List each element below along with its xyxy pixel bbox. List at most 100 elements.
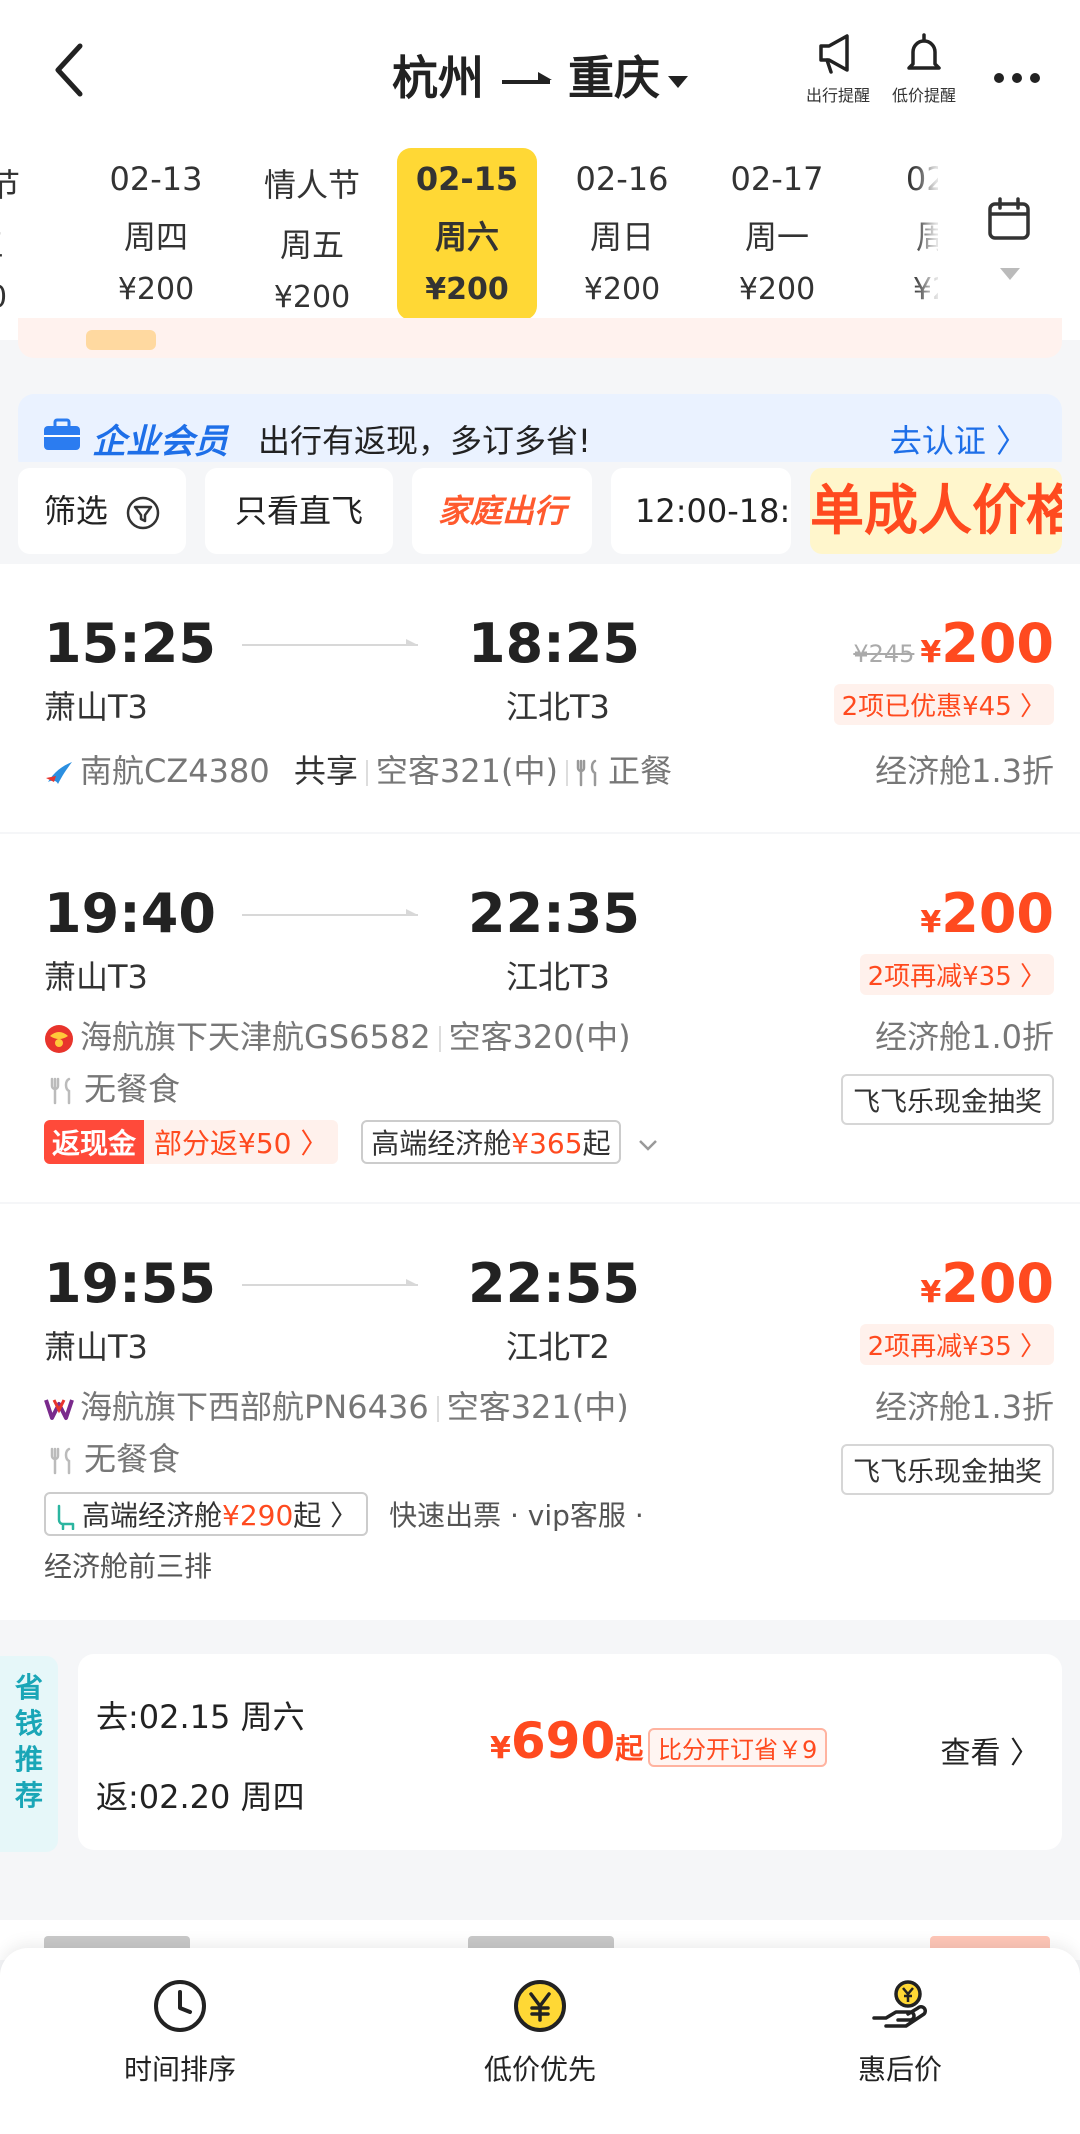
price-value: 200 bbox=[941, 1252, 1054, 1315]
calendar-button[interactable] bbox=[938, 150, 1080, 330]
departure-terminal: 萧山T3 bbox=[44, 1328, 148, 1366]
flight-line bbox=[242, 639, 418, 646]
flight-price: ¥200 bbox=[920, 1252, 1054, 1315]
low-price-label: 低价优先 bbox=[483, 2053, 596, 2086]
price-suffix: 起 bbox=[615, 1732, 644, 1765]
arrival-terminal: 江北T3 bbox=[506, 958, 610, 996]
lottery-tag[interactable]: 飞飞乐现金抽奖 bbox=[841, 1074, 1054, 1125]
arrival-terminal: 江北T2 bbox=[506, 1328, 610, 1366]
view-button[interactable]: 查看 〉 bbox=[940, 1728, 1040, 1772]
utensils-icon bbox=[50, 1077, 71, 1105]
date-item[interactable]: 02-17 周一 ¥200 bbox=[707, 148, 847, 320]
trip-alert-button[interactable]: 出行提醒 bbox=[793, 30, 883, 106]
premium-economy-tag[interactable]: 高端经济舱¥365起 bbox=[361, 1120, 621, 1164]
premium-price: ¥290 bbox=[222, 1499, 294, 1532]
bell-icon bbox=[907, 33, 941, 70]
arrival-time: 22:55 bbox=[468, 1252, 640, 1315]
route-to: 重庆 bbox=[568, 51, 660, 105]
filter-bar: 筛选 只看直飞 家庭出行 12:00-18:0 单成人价格 bbox=[0, 462, 1080, 562]
utensils-icon bbox=[50, 1447, 71, 1475]
aircraft-type: 空客320(中) bbox=[448, 1018, 631, 1056]
seat-icon bbox=[57, 1504, 75, 1531]
meal-info: 无餐食 bbox=[50, 1064, 180, 1110]
filter-icon bbox=[126, 496, 160, 530]
date-price: ¥200 bbox=[273, 280, 351, 315]
family-travel-button[interactable]: 家庭出行 bbox=[412, 468, 592, 554]
date-item[interactable]: 情人节 周五 ¥200 bbox=[242, 148, 382, 320]
price-value: 690 bbox=[510, 1712, 616, 1770]
chevron-down-icon[interactable] bbox=[637, 1138, 659, 1152]
date-item[interactable]: 02-13 周四 ¥200 bbox=[86, 148, 226, 320]
china-southern-logo-icon bbox=[46, 762, 72, 784]
aircraft-type: 空客321(中) bbox=[446, 1388, 629, 1426]
enterprise-title: 企业会员 bbox=[92, 422, 228, 462]
currency-symbol: ¥ bbox=[490, 1731, 511, 1766]
lottery-tag[interactable]: 飞飞乐现金抽奖 bbox=[841, 1444, 1054, 1495]
airline-flight-number: 海航旗下西部航PN6436 bbox=[80, 1388, 429, 1426]
top-header: 杭州 重庆 出行提醒 低价提醒 bbox=[0, 0, 1080, 140]
meal-label: 无餐食 bbox=[84, 1070, 181, 1108]
flight-card[interactable]: 19:40 22:35 萧山T3 江北T3 ¥200 2项再减¥35 〉 海航旗… bbox=[0, 834, 1080, 1202]
date-item-selected[interactable]: 02-15 周六 ¥200 bbox=[397, 148, 537, 320]
currency-symbol: ¥ bbox=[920, 1275, 942, 1310]
price-mode-dropdown[interactable]: 单成人价格 bbox=[810, 468, 1062, 554]
bottom-sort-bar: 时间排序 低价优先 惠后价 bbox=[0, 1948, 1080, 2134]
cashback-row: 返现金 部分返¥50 〉 高端经济舱¥365起 bbox=[44, 1120, 659, 1164]
verify-link[interactable]: 去认证 〉 bbox=[890, 416, 1028, 462]
airline-info: 海航旗下西部航PN6436 空客321(中) bbox=[44, 1382, 629, 1428]
filter-button[interactable]: 筛选 bbox=[18, 468, 186, 554]
date-item[interactable]: 02-16 周日 ¥200 bbox=[552, 148, 692, 320]
time-range-button[interactable]: 12:00-18:0 bbox=[611, 468, 791, 554]
arrival-time: 18:25 bbox=[468, 612, 640, 675]
departure-time: 19:55 bbox=[44, 1252, 216, 1315]
date-label: 宵节 bbox=[0, 166, 20, 204]
flight-card[interactable]: 19:55 22:55 萧山T3 江北T2 ¥200 2项再减¥35 〉 海航旗… bbox=[0, 1204, 1080, 1620]
promo-tab bbox=[86, 330, 156, 350]
round-trip-offer[interactable]: 去:02.15 周六 返:02.20 周四 ¥690起 比分开订省￥9 查看 〉 bbox=[78, 1654, 1062, 1850]
premium-price: ¥365 bbox=[511, 1127, 583, 1160]
sort-time-label: 时间排序 bbox=[123, 2053, 236, 2086]
savings-badge: 比分开订省￥9 bbox=[648, 1728, 828, 1767]
flight-line bbox=[242, 909, 418, 916]
premium-suffix: 起 bbox=[582, 1127, 611, 1160]
arrival-terminal: 江北T3 bbox=[506, 688, 610, 726]
date-weekday: 周日 bbox=[589, 218, 654, 256]
price-value: 200 bbox=[941, 882, 1054, 945]
yen-coin-icon bbox=[514, 1980, 566, 2032]
original-price: ¥245 bbox=[853, 640, 915, 668]
sort-time-button[interactable]: 时间排序 bbox=[80, 1978, 280, 2088]
briefcase-icon bbox=[44, 418, 80, 450]
cabin-discount: 经济舱1.3折 bbox=[875, 752, 1054, 790]
date-weekday: 周四 bbox=[123, 218, 188, 256]
low-price-first-button[interactable]: 低价优先 bbox=[440, 1978, 640, 2088]
calendar-dropdown-icon bbox=[1000, 268, 1020, 280]
date-label: 02-15 bbox=[415, 160, 519, 198]
save-money-recommend: 省钱推荐 去:02.15 周六 返:02.20 周四 ¥690起 比分开订省￥9… bbox=[0, 1640, 1080, 1860]
cashback-text[interactable]: 部分返¥50 〉 bbox=[144, 1120, 339, 1164]
price-mode-label: 单成人价格 bbox=[810, 479, 1062, 542]
arrival-time: 22:35 bbox=[468, 882, 640, 945]
date-price: ¥200 bbox=[738, 272, 816, 307]
meal-label: 无餐食 bbox=[84, 1440, 181, 1478]
clock-icon bbox=[154, 1980, 206, 2032]
flight-card[interactable]: 15:25 18:25 萧山T3 江北T3 ¥245 ¥200 2项已优惠¥45 … bbox=[0, 564, 1080, 832]
date-price: ¥200 bbox=[583, 272, 661, 307]
discount-tag[interactable]: 2项已优惠¥45 〉 bbox=[833, 684, 1054, 725]
date-price: 00 bbox=[0, 280, 58, 315]
tianjin-airlines-logo-icon bbox=[45, 1025, 73, 1053]
date-item[interactable]: 宵节 三 00 bbox=[0, 148, 58, 320]
discount-tag[interactable]: 2项再减¥35 〉 bbox=[859, 1324, 1054, 1365]
meal-info: 正餐 bbox=[607, 752, 672, 790]
date-weekday: 周五 bbox=[279, 226, 344, 264]
date-label: 02-13 bbox=[109, 160, 203, 198]
date-strip: 宵节 三 00 02-13 周四 ¥200 情人节 周五 ¥200 02-15 … bbox=[0, 140, 1080, 340]
direct-only-button[interactable]: 只看直飞 bbox=[205, 468, 393, 554]
date-label: 02-16 bbox=[575, 160, 669, 198]
premium-suffix: 起 〉 bbox=[293, 1499, 359, 1532]
premium-economy-tag[interactable]: 高端经济舱¥290起 〉 bbox=[44, 1492, 369, 1536]
after-discount-button[interactable]: 惠后价 bbox=[800, 1978, 1000, 2088]
airline-info: 海航旗下天津航GS6582 空客320(中) bbox=[44, 1012, 631, 1058]
more-icon[interactable] bbox=[986, 68, 1040, 87]
discount-tag[interactable]: 2项再减¥35 〉 bbox=[859, 954, 1054, 995]
low-price-alert-button[interactable]: 低价提醒 bbox=[879, 30, 969, 106]
